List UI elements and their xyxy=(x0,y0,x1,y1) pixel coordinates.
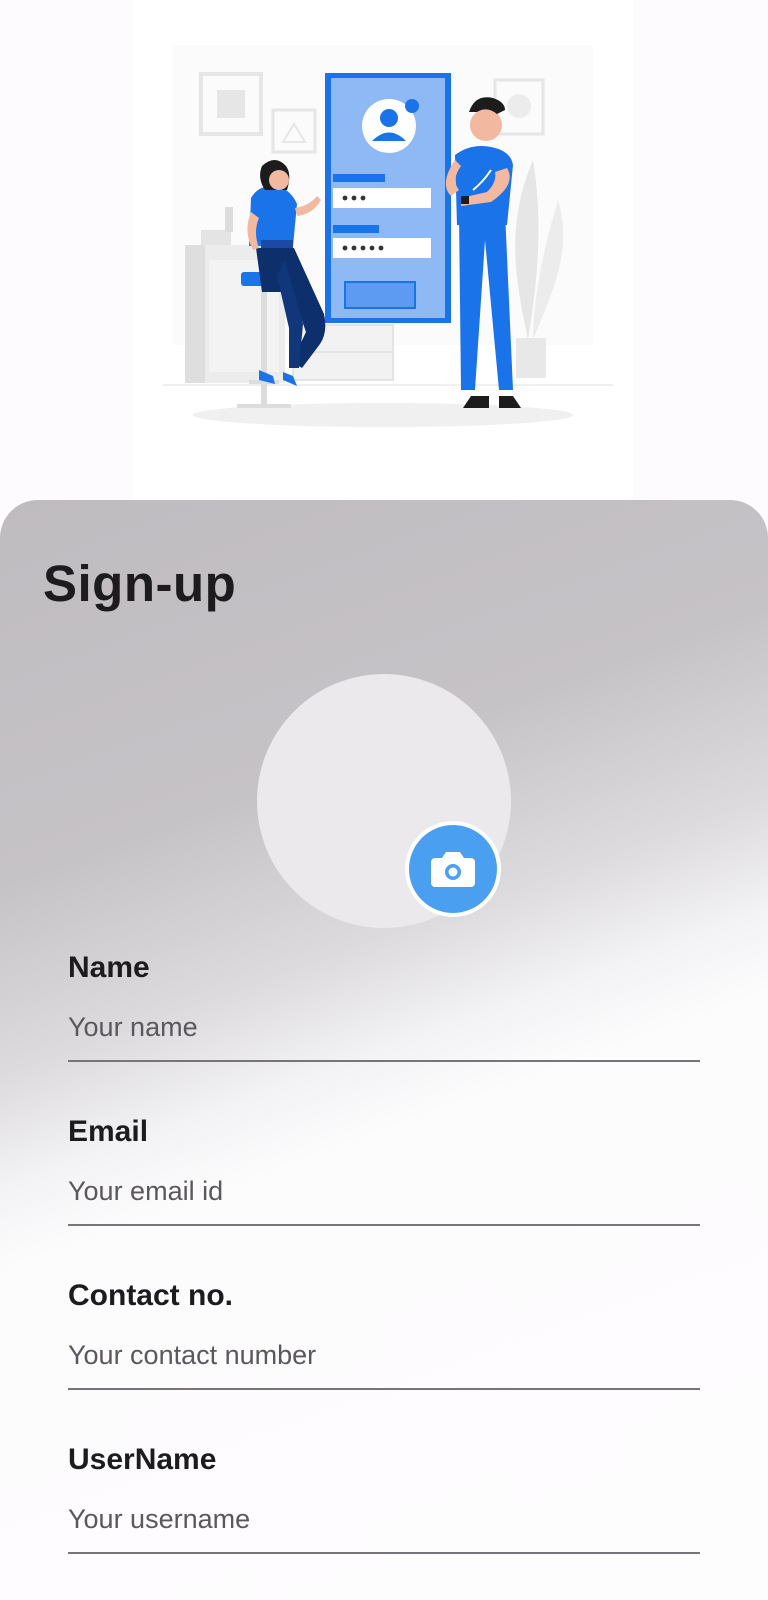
username-input[interactable] xyxy=(68,1502,700,1554)
email-input[interactable] xyxy=(68,1174,700,1226)
name-label: Name xyxy=(68,951,150,984)
page-title: Sign-up xyxy=(43,555,237,612)
contact-input[interactable] xyxy=(68,1338,700,1390)
camera-button[interactable] xyxy=(405,821,501,917)
name-field-group: Name xyxy=(68,950,700,1062)
contact-field-group: Contact no. xyxy=(68,1278,700,1390)
email-label: Email xyxy=(68,1115,149,1148)
username-label: UserName xyxy=(68,1443,217,1476)
username-field-group: UserName xyxy=(68,1442,700,1554)
camera-icon xyxy=(431,852,475,887)
name-input[interactable] xyxy=(68,1010,700,1062)
signup-form-sheet: Sign-up Name Email Contact no. UserName xyxy=(0,500,768,1600)
email-field-group: Email xyxy=(68,1114,700,1226)
contact-label: Contact no. xyxy=(68,1279,233,1312)
signup-illustration xyxy=(133,0,633,500)
